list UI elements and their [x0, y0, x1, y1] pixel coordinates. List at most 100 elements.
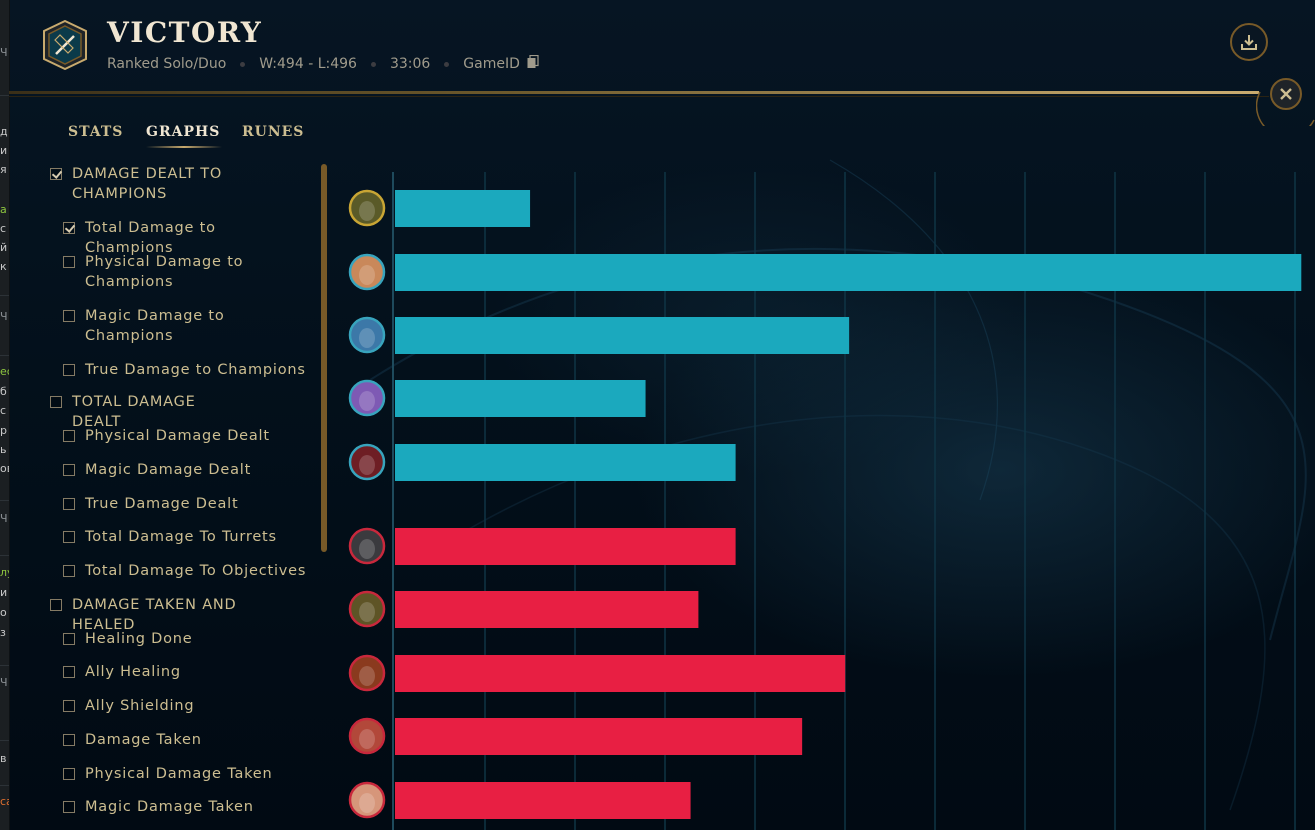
- win-loss-record: W:494 - L:496: [259, 56, 357, 72]
- background-app-text: са: [0, 795, 9, 808]
- tab-graphs[interactable]: GRAPHS: [146, 124, 220, 140]
- checklist-item[interactable]: True Damage Dealt: [63, 494, 307, 514]
- checkbox[interactable]: [63, 531, 75, 543]
- champion-portrait-face: [359, 265, 375, 285]
- background-app-text: ов: [0, 462, 9, 475]
- checklist-item[interactable]: Physical Damage Dealt: [63, 426, 307, 446]
- queue-type: Ranked Solo/Duo: [107, 56, 227, 72]
- damage-bar-red-1[interactable]: [395, 528, 736, 565]
- checkbox-checked[interactable]: [50, 168, 62, 180]
- checklist-label: Ally Healing: [85, 664, 181, 680]
- damage-bar-blue-4[interactable]: [395, 380, 646, 417]
- background-app-text: Ч: [0, 46, 8, 59]
- damage-bar-blue-5[interactable]: [395, 444, 736, 481]
- result-title: VICTORY: [107, 16, 263, 49]
- stat-checklist: DAMAGE DEALT TO CHAMPIONS Total Damage to…: [48, 160, 318, 830]
- checklist-label: Physical Damage to Champions: [85, 254, 244, 290]
- background-app-text: о: [0, 606, 7, 619]
- tab-runes[interactable]: RUNES: [242, 124, 304, 140]
- checkbox[interactable]: [63, 498, 75, 510]
- victory-crest-icon: [43, 20, 87, 70]
- background-app-divider: [0, 785, 9, 786]
- checkbox[interactable]: [63, 565, 75, 577]
- checkbox[interactable]: [63, 464, 75, 476]
- checklist-scrollbar[interactable]: [321, 164, 327, 552]
- background-app-text: и: [0, 144, 8, 157]
- match-header: VICTORY Ranked Solo/Duo W:494 - L:496 33…: [9, 0, 1315, 92]
- checkbox[interactable]: [50, 599, 62, 611]
- checklist-label: Total Damage To Turrets: [85, 529, 277, 545]
- damage-bar-red-2[interactable]: [395, 591, 699, 628]
- checkbox-checked[interactable]: [63, 222, 75, 234]
- background-app-text: д: [0, 125, 8, 138]
- background-app-text: а: [0, 203, 7, 216]
- damage-bar-chart: [348, 172, 1302, 830]
- checklist-label: Total Damage To Objectives: [85, 563, 307, 579]
- checklist-item[interactable]: Healing Done: [63, 629, 307, 649]
- background-app-divider: [0, 555, 9, 556]
- checklist-item[interactable]: Physical Damage Taken: [63, 764, 307, 784]
- background-app-text: в: [0, 752, 7, 765]
- background-app-divider: [0, 295, 9, 296]
- background-app-text: р: [0, 424, 7, 437]
- checklist-category[interactable]: DAMAGE DEALT TO CHAMPIONS: [50, 164, 242, 204]
- background-app-text: с: [0, 404, 7, 417]
- checklist-item[interactable]: Physical Damage to Champions: [63, 252, 307, 292]
- checklist-item[interactable]: Magic Damage Dealt: [63, 460, 307, 480]
- game-id-label: GameID: [463, 56, 520, 72]
- background-app-text: й: [0, 241, 8, 254]
- background-app-text: и: [0, 586, 8, 599]
- checklist-label: Magic Damage Taken: [85, 799, 254, 815]
- checklist-item[interactable]: Magic Damage Taken: [63, 797, 307, 817]
- damage-bar-blue-1[interactable]: [395, 190, 531, 227]
- checklist-label: Magic Damage to Champions: [85, 308, 225, 344]
- game-duration: 33:06: [389, 56, 431, 72]
- tab-stats[interactable]: STATS: [68, 124, 123, 140]
- background-app-text: Ч: [0, 310, 8, 323]
- checklist-item[interactable]: Ally Shielding: [63, 696, 307, 716]
- close-icon: [1280, 88, 1292, 100]
- download-button[interactable]: [1230, 23, 1268, 61]
- checklist-item[interactable]: Total Damage To Objectives: [63, 561, 307, 581]
- checklist-item[interactable]: True Damage to Champions: [63, 360, 307, 380]
- close-button[interactable]: [1270, 78, 1302, 110]
- damage-bar-red-5[interactable]: [395, 782, 691, 819]
- checkbox[interactable]: [63, 430, 75, 442]
- checklist-label: DAMAGE DEALT TO CHAMPIONS: [72, 166, 223, 202]
- checklist-item[interactable]: Magic Damage to Champions: [63, 306, 307, 346]
- checklist-item[interactable]: Damage Taken: [63, 730, 307, 750]
- copy-icon[interactable]: [527, 54, 539, 73]
- damage-bar-blue-2[interactable]: [395, 254, 1302, 291]
- damage-bar-blue-3[interactable]: [395, 317, 850, 354]
- checkbox[interactable]: [63, 310, 75, 322]
- checkbox[interactable]: [63, 734, 75, 746]
- checklist-label: Physical Damage Dealt: [85, 428, 270, 444]
- active-tab-indicator: [146, 146, 222, 148]
- separator-dot: [240, 61, 246, 67]
- champion-portrait-face: [359, 729, 375, 749]
- background-app-text: ес: [0, 365, 9, 378]
- checkbox[interactable]: [63, 364, 75, 376]
- checkbox[interactable]: [63, 768, 75, 780]
- damage-bar-red-3[interactable]: [395, 655, 846, 692]
- champion-portrait-face: [359, 455, 375, 475]
- background-app-text: я: [0, 163, 7, 176]
- champion-portrait-face: [359, 602, 375, 622]
- checklist-item[interactable]: Total Damage To Turrets: [63, 527, 307, 547]
- checkbox[interactable]: [63, 256, 75, 268]
- checkbox[interactable]: [63, 700, 75, 712]
- damage-bar-red-4[interactable]: [395, 718, 803, 755]
- checkbox[interactable]: [63, 633, 75, 645]
- background-app-text: с: [0, 222, 7, 235]
- checkbox[interactable]: [63, 801, 75, 813]
- checklist-item[interactable]: Ally Healing: [63, 662, 307, 682]
- header-divider: [9, 91, 1259, 94]
- background-app-text: Ч: [0, 676, 8, 689]
- checkbox[interactable]: [63, 666, 75, 678]
- download-icon: [1241, 35, 1257, 50]
- checkbox[interactable]: [50, 396, 62, 408]
- checklist-label: True Damage to Champions: [85, 362, 306, 378]
- separator-dot: [370, 61, 376, 67]
- checklist-label: Physical Damage Taken: [85, 766, 273, 782]
- champion-portrait-face: [359, 539, 375, 559]
